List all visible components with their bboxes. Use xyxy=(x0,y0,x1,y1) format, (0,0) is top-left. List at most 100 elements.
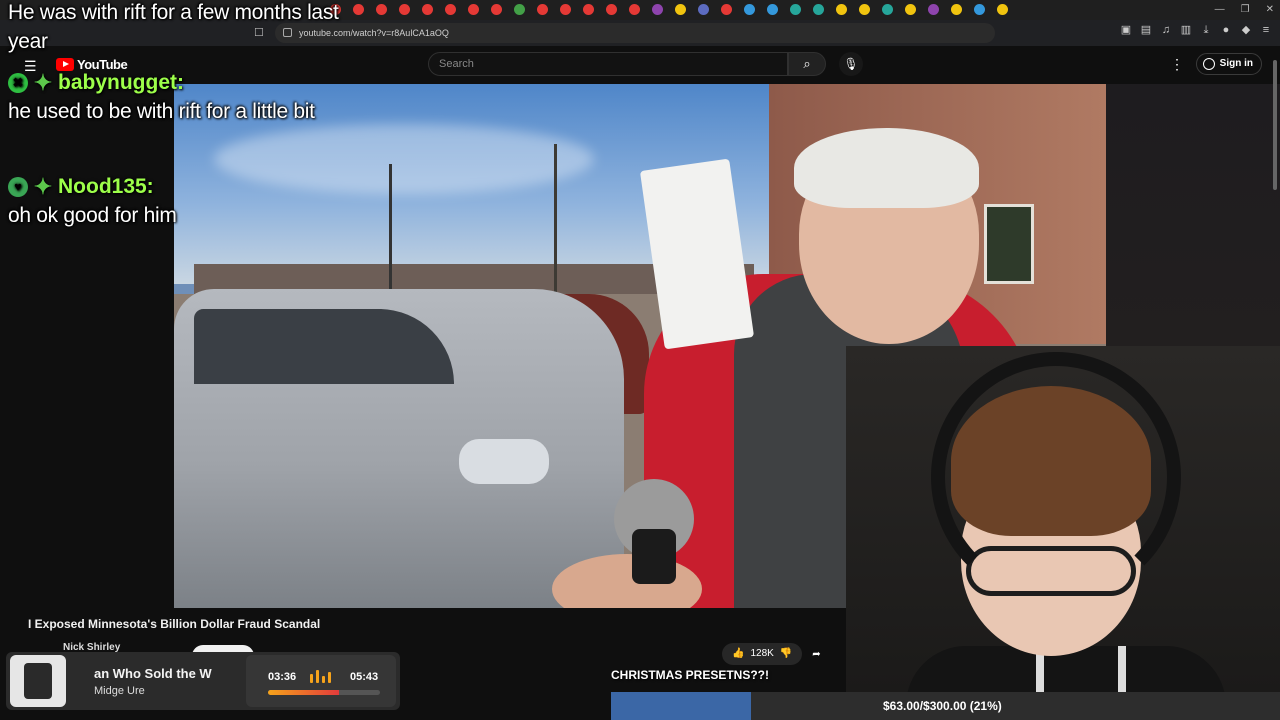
search-button[interactable]: ⌕ xyxy=(788,52,826,76)
url-field[interactable]: youtube.com/watch?v=r8AulCA1aOQ xyxy=(275,23,995,43)
heart-badge-icon: ♥ xyxy=(8,176,28,197)
chat-message: ♥ ✦ Nood135: oh ok good for him xyxy=(8,172,177,230)
tab-icons[interactable] xyxy=(330,2,1008,18)
tab-favicon-icon[interactable] xyxy=(514,4,525,15)
tab-favicon-icon[interactable] xyxy=(813,4,824,15)
goal-progress-fill xyxy=(611,692,752,720)
playback-progress-fill xyxy=(268,690,339,695)
tab-favicon-icon[interactable] xyxy=(445,4,456,15)
now-playing-widget: an Who Sold the W Midge Ure 03:36 05:43 xyxy=(6,652,400,710)
tab-favicon-icon[interactable] xyxy=(721,4,732,15)
chat-message-text: He was with rift for a few months last y… xyxy=(8,1,339,53)
album-art xyxy=(10,655,66,707)
tab-favicon-icon[interactable] xyxy=(744,4,755,15)
search-icon: ⌕ xyxy=(803,56,811,71)
tab-favicon-icon[interactable] xyxy=(606,4,617,15)
tab-favicon-icon[interactable] xyxy=(468,4,479,15)
tab-favicon-icon[interactable] xyxy=(859,4,870,15)
video-actions: 👍 128K 👎 ➦ xyxy=(722,643,821,665)
album-art-portrait xyxy=(24,663,52,699)
webcam-overlay xyxy=(846,346,1280,692)
chat-message-text: oh ok good for him xyxy=(8,204,177,227)
chat-message-text: he used to be with rift for a little bit xyxy=(8,100,315,123)
playback-progress-bar xyxy=(268,690,380,695)
tab-favicon-icon[interactable] xyxy=(928,4,939,15)
extension-toolbar: ▣ ▤ ♫ ▥ ⤓ ● ◆ ≡ xyxy=(1120,24,1272,36)
tab-favicon-icon[interactable] xyxy=(422,4,433,15)
window-controls: — ❐ ✕ xyxy=(1215,0,1274,20)
tab-favicon-icon[interactable] xyxy=(376,4,387,15)
microphone-icon: 🎙 xyxy=(843,57,859,71)
video-light-pole xyxy=(389,164,392,294)
tab-favicon-icon[interactable] xyxy=(537,4,548,15)
goal-progress-bar: $63.00/$300.00 (21%) xyxy=(611,692,1280,720)
maximize-icon[interactable]: ❐ xyxy=(1241,0,1250,20)
chat-message: ✖ ✦ babynugget: he used to be with rift … xyxy=(8,68,338,126)
playback-time-box: 03:36 05:43 xyxy=(246,655,396,707)
tab-favicon-icon[interactable] xyxy=(836,4,847,15)
video-cloud xyxy=(214,124,594,194)
chat-message: He was with rift for a few months last y… xyxy=(8,0,348,56)
browser-menu-icon[interactable]: ≡ xyxy=(1260,24,1272,36)
like-icon[interactable]: 👍 xyxy=(732,643,744,665)
song-title: an Who Sold the W xyxy=(94,666,212,681)
current-time: 03:36 xyxy=(268,671,297,683)
sign-in-button[interactable]: Sign in xyxy=(1196,53,1262,75)
dislike-icon[interactable]: 👎 xyxy=(780,643,792,665)
total-time: 05:43 xyxy=(350,671,379,683)
voice-search-button[interactable]: 🎙 xyxy=(839,52,863,76)
chat-username-row: ♥ ✦ Nood135: xyxy=(8,172,177,201)
tab-favicon-icon[interactable] xyxy=(583,4,594,15)
equalizer-icon xyxy=(310,670,331,683)
sparkle-badge-icon: ✦ xyxy=(33,173,53,199)
tab-favicon-icon[interactable] xyxy=(629,4,640,15)
video-title: I Exposed Minnesota's Billion Dollar Fra… xyxy=(28,617,321,631)
close-icon[interactable]: ✕ xyxy=(1266,0,1274,20)
chat-username: babynugget: xyxy=(58,71,184,94)
minimize-icon[interactable]: — xyxy=(1215,0,1225,20)
extension-icon[interactable]: ▤ xyxy=(1140,24,1152,36)
tab-favicon-icon[interactable] xyxy=(353,4,364,15)
song-artist: Midge Ure xyxy=(94,685,145,697)
profile-icon[interactable]: ● xyxy=(1220,24,1232,36)
more-options-icon[interactable]: ⋮ xyxy=(1170,56,1184,73)
video-man-hair xyxy=(794,128,979,208)
shield-icon[interactable]: ◆ xyxy=(1240,24,1252,36)
extension-icon[interactable]: ▣ xyxy=(1120,24,1132,36)
like-count[interactable]: 128K xyxy=(750,643,773,665)
chat-username-row: ✖ ✦ babynugget: xyxy=(8,68,338,97)
tab-favicon-icon[interactable] xyxy=(790,4,801,15)
tab-favicon-icon[interactable] xyxy=(698,4,709,15)
tab-favicon-icon[interactable] xyxy=(491,4,502,15)
tab-favicon-icon[interactable] xyxy=(675,4,686,15)
video-building-window xyxy=(984,204,1034,284)
chat-username: Nood135: xyxy=(58,175,154,198)
search-input[interactable]: Search xyxy=(428,52,788,76)
goal-amount-text: $63.00/$300.00 (21%) xyxy=(883,699,1002,713)
download-icon[interactable]: ⤓ xyxy=(1200,24,1212,36)
scrollbar-thumb[interactable] xyxy=(1273,60,1277,190)
sidebar-icon[interactable]: ▥ xyxy=(1180,24,1192,36)
tab-favicon-icon[interactable] xyxy=(997,4,1008,15)
webcam-headset xyxy=(931,352,1181,602)
goal-label: CHRISTMAS PRESETNS??! xyxy=(611,668,770,682)
mod-badge-icon: ✖ xyxy=(8,72,28,93)
tab-favicon-icon[interactable] xyxy=(974,4,985,15)
share-icon[interactable]: ➦ xyxy=(812,649,820,660)
tab-favicon-icon[interactable] xyxy=(951,4,962,15)
video-headlight xyxy=(459,439,549,484)
like-dislike-pill: 👍 128K 👎 xyxy=(722,643,803,665)
video-microphone-body xyxy=(632,529,676,584)
sparkle-badge-icon: ✦ xyxy=(33,69,53,95)
tab-favicon-icon[interactable] xyxy=(652,4,663,15)
screen: — ❐ ✕ ☐ youtube.com/watch?v=r8AulCA1aOQ … xyxy=(0,0,1280,720)
sign-in-label: Sign in xyxy=(1219,58,1253,69)
video-van-window xyxy=(194,309,454,384)
tab-favicon-icon[interactable] xyxy=(399,4,410,15)
media-icon[interactable]: ♫ xyxy=(1160,24,1172,36)
tab-favicon-icon[interactable] xyxy=(560,4,571,15)
tab-favicon-icon[interactable] xyxy=(905,4,916,15)
tab-favicon-icon[interactable] xyxy=(767,4,778,15)
tab-favicon-icon[interactable] xyxy=(882,4,893,15)
account-icon xyxy=(1203,58,1215,70)
